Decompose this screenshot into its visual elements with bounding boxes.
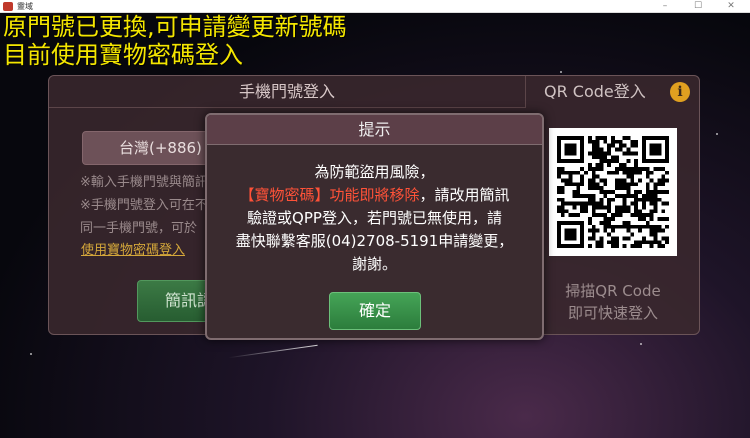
dialog-line-3: 驗證或QPP登入，若門號已無使用，請	[247, 209, 502, 227]
qr-code-image	[557, 136, 669, 248]
gem-password-login-link[interactable]: 使用寶物密碼登入	[81, 239, 185, 258]
notice-line-2: 目前使用寶物密碼登入	[3, 41, 243, 69]
tab-phone-login[interactable]: 手機門號登入	[49, 76, 526, 108]
game-viewport: 原門號已更換,可申請變更新號碼 目前使用寶物密碼登入 手機門號登入 QR Cod…	[0, 13, 750, 438]
shooting-star	[228, 344, 318, 359]
window-titlebar: 靈域 – ☐ ✕	[0, 0, 750, 13]
dialog-message: 為防範盜用風險， 【寶物密碼】功能即將移除，請改用簡訊 驗證或QPP登入，若門號…	[217, 161, 532, 276]
minimize-button[interactable]: –	[650, 0, 680, 13]
info-icon[interactable]: i	[670, 82, 690, 102]
confirm-button[interactable]: 確定	[329, 292, 421, 330]
dialog-title: 提示	[207, 115, 542, 145]
dialog-line-5: 謝謝。	[351, 255, 397, 273]
qr-code	[549, 128, 677, 256]
tab-qr-label: QR Code登入	[544, 82, 646, 101]
star	[716, 133, 718, 135]
tab-qr-login[interactable]: QR Code登入 i	[526, 76, 701, 108]
maximize-button[interactable]: ☐	[683, 0, 713, 13]
qr-caption-2: 即可快速登入	[567, 304, 658, 322]
hint-line-3: 同一手機門號，可於	[80, 221, 198, 236]
dialog-line-2: 【寶物密碼】功能即將移除，請改用簡訊	[217, 184, 532, 207]
dialog-line-4: 盡快聯繫客服(04)2708-5191申請變更，	[235, 232, 514, 250]
app-icon	[3, 2, 13, 11]
star	[640, 343, 642, 345]
star	[560, 71, 562, 73]
star	[30, 353, 32, 355]
close-button[interactable]: ✕	[716, 0, 746, 13]
dialog-line-2-rest: ，請改用簡訊	[419, 186, 510, 204]
window-title: 靈域	[17, 2, 33, 11]
qr-caption-1: 掃描QR Code	[565, 282, 661, 300]
dialog-warning-highlight: 【寶物密碼】功能即將移除	[239, 186, 420, 204]
notice-dialog: 提示 為防範盜用風險， 【寶物密碼】功能即將移除，請改用簡訊 驗證或QPP登入，…	[205, 113, 544, 340]
notice-line-1: 原門號已更換,可申請變更新號碼	[3, 13, 347, 41]
dialog-line-1: 為防範盜用風險，	[314, 163, 435, 181]
